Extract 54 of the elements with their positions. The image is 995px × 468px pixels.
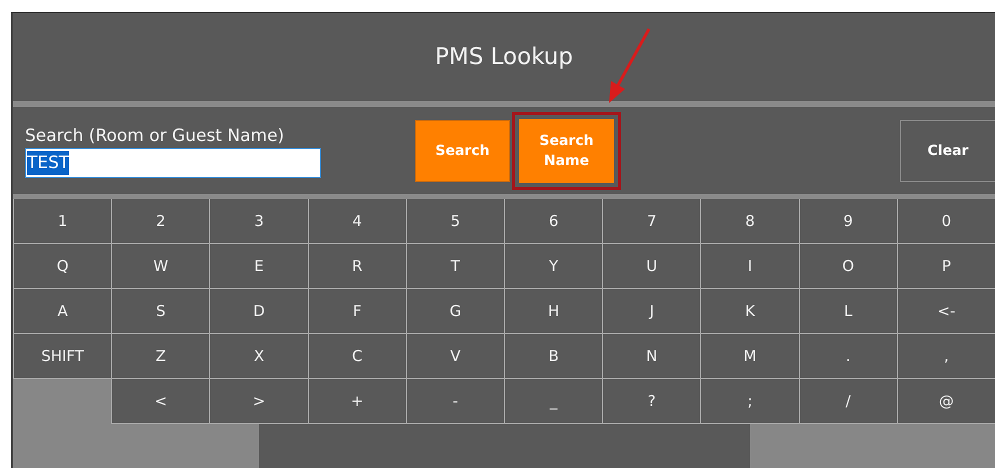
keyboard-key[interactable]: +: [308, 379, 406, 423]
keyboard-key[interactable]: F: [308, 289, 406, 333]
keyboard-key[interactable]: S: [112, 289, 210, 333]
search-field[interactable]: TEST: [25, 148, 321, 178]
keyboard-key[interactable]: 6: [504, 199, 602, 243]
keyboard-key[interactable]: 7: [603, 199, 700, 243]
keyboard-key[interactable]: 2: [112, 199, 210, 243]
keyboard-key[interactable]: X: [210, 334, 308, 378]
keyboard-key[interactable]: -: [406, 379, 504, 423]
search-label: Search (Room or Guest Name): [25, 126, 286, 146]
keyboard-key[interactable]: ;: [701, 379, 799, 423]
keyboard-key[interactable]: P: [898, 244, 995, 288]
clear-button[interactable]: Clear: [900, 120, 995, 182]
keyboard-key[interactable]: K: [701, 289, 799, 333]
keyboard-key[interactable]: U: [603, 244, 700, 288]
keyboard-key[interactable]: 1: [14, 199, 112, 243]
keyboard-key[interactable]: .: [800, 334, 897, 378]
keyboard-key[interactable]: /: [800, 379, 897, 423]
keyboard-key[interactable]: J: [603, 289, 700, 333]
keyboard-key[interactable]: SHIFT: [14, 334, 112, 378]
keyboard-key[interactable]: 0: [898, 199, 995, 243]
keyboard-key[interactable]: @: [898, 379, 995, 423]
keyboard-key[interactable]: D: [210, 289, 308, 333]
keyboard-key[interactable]: >: [210, 379, 308, 423]
keyboard-key[interactable]: 3: [210, 199, 308, 243]
space-bar[interactable]: [258, 424, 750, 468]
keyboard-key[interactable]: T: [406, 244, 504, 288]
keyboard-key[interactable]: 8: [701, 199, 799, 243]
keyboard-key[interactable]: R: [308, 244, 406, 288]
window-title: PMS Lookup: [435, 44, 573, 70]
keyboard-key[interactable]: I: [701, 244, 799, 288]
keyboard-key[interactable]: O: [800, 244, 897, 288]
keyboard-key[interactable]: W: [112, 244, 210, 288]
keyboard-key[interactable]: C: [308, 334, 406, 378]
keyboard-key[interactable]: ?: [603, 379, 700, 423]
keyboard-key[interactable]: B: [504, 334, 602, 378]
keyboard-key[interactable]: V: [406, 334, 504, 378]
keyboard-key[interactable]: G: [406, 289, 504, 333]
keyboard-key[interactable]: H: [504, 289, 602, 333]
keyboard-key[interactable]: <: [112, 379, 210, 423]
keyboard-key[interactable]: M: [701, 334, 799, 378]
keyboard-key[interactable]: 9: [800, 199, 897, 243]
keyboard-key[interactable]: Q: [14, 244, 112, 288]
keyboard-key[interactable]: A: [14, 289, 112, 333]
keyboard-key[interactable]: N: [603, 334, 700, 378]
keyboard-key[interactable]: E: [210, 244, 308, 288]
keyboard-key[interactable]: 5: [406, 199, 504, 243]
keyboard-key[interactable]: <-: [898, 289, 995, 333]
keyboard-key[interactable]: Y: [504, 244, 602, 288]
keyboard-key[interactable]: Z: [112, 334, 210, 378]
keyboard-key[interactable]: 4: [308, 199, 406, 243]
keyboard-key[interactable]: _: [504, 379, 602, 423]
keyboard-key[interactable]: L: [800, 289, 897, 333]
keyboard-key[interactable]: ,: [898, 334, 995, 378]
